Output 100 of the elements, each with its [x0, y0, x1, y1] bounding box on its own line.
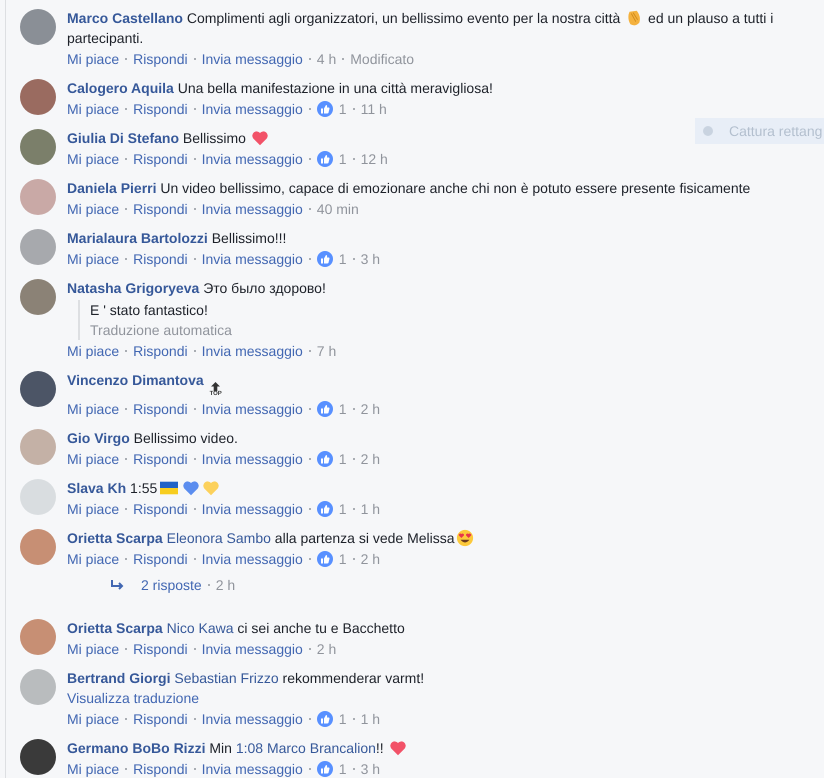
reply-link[interactable]: Rispondi [133, 549, 188, 569]
see-translation-link[interactable]: Visualizza traduzione [67, 690, 200, 706]
like-link[interactable]: Mi piace [67, 49, 120, 69]
like-count: 1 [338, 250, 347, 269]
message-link[interactable]: Invia messaggio [202, 639, 303, 659]
reply-link[interactable]: Rispondi [133, 99, 188, 119]
replies-link[interactable]: 2 risposte [141, 575, 202, 595]
mention-link[interactable]: Eleonora Sambo [166, 530, 271, 546]
like-link[interactable]: Mi piace [67, 341, 120, 361]
like-icon [316, 451, 333, 467]
reply-link[interactable]: Rispondi [133, 449, 188, 469]
up-arrow-icon [211, 382, 220, 391]
author-name[interactable]: Daniela Pierri [67, 180, 156, 196]
like-link[interactable]: Mi piace [67, 499, 120, 519]
comment-text: Slava Kh 1:55 [67, 478, 784, 498]
author-name[interactable]: Giulia Di Stefano [67, 130, 180, 146]
reply-link[interactable]: Rispondi [133, 199, 188, 219]
like-link[interactable]: Mi piace [67, 549, 120, 569]
message-link[interactable]: Invia messaggio [202, 499, 303, 519]
like-count: 1 [338, 150, 347, 169]
reply-link[interactable]: Rispondi [133, 249, 188, 269]
comment-text: Marco Castellano Complimenti agli organizzatori, un bellissimo evento per la nostra città ed un plauso a tutti i partecipanti. [67, 8, 774, 48]
translated-text: E ' stato fantastico! [90, 301, 209, 320]
like-icon [316, 551, 333, 567]
comment-time: 40 min [316, 200, 359, 219]
replies-time: 2 h [216, 576, 236, 595]
like-link[interactable]: Mi piace [67, 759, 120, 778]
author-name[interactable]: Bertrand Giorgi [67, 670, 170, 686]
message-link[interactable]: Invia messaggio [202, 249, 303, 269]
reply-link[interactable]: Rispondi [133, 399, 188, 419]
avatar[interactable] [20, 371, 56, 407]
like-icon [316, 151, 333, 167]
mention-link[interactable]: Sebastian Frizzo [174, 670, 279, 686]
like-count: 1 [338, 760, 347, 778]
author-name[interactable]: Gio Virgo [67, 430, 130, 446]
reply-link[interactable]: Rispondi [133, 149, 188, 169]
like-link[interactable]: Mi piace [67, 639, 120, 659]
dot-icon [703, 126, 713, 136]
mention-link[interactable]: Nico Kawa [166, 620, 234, 636]
like-count: 1 [338, 450, 347, 469]
comment-text: Orietta Scarpa Eleonora Sambo alla partenza si vede Melissa [67, 528, 784, 548]
like-link[interactable]: Mi piace [67, 199, 120, 219]
like-link[interactable]: Mi piace [67, 149, 120, 169]
edited-label: Modificato [350, 50, 414, 69]
author-name[interactable]: Slava Kh [67, 480, 126, 496]
author-name[interactable]: Marco Castellano [67, 10, 183, 26]
like-count: 1 [338, 400, 347, 419]
like-link[interactable]: Mi piace [67, 709, 120, 729]
comment-text: Germano BoBo Rizzi Min 1:08 Marco Brancalion!! [67, 738, 784, 758]
reply-link[interactable]: Rispondi [133, 759, 188, 778]
like-link[interactable]: Mi piace [67, 399, 120, 419]
reply-link[interactable]: Rispondi [133, 639, 188, 659]
comment-text: Calogero Aquila Una bella manifestazione in una città meravigliosa! [67, 79, 494, 98]
comment-time: 11 h [360, 100, 387, 119]
message-link[interactable]: Invia messaggio [202, 149, 303, 169]
author-name[interactable]: Vincenzo Dimantova [67, 372, 204, 388]
like-link[interactable]: Mi piace [67, 449, 120, 469]
comment-time: 7 h [316, 342, 336, 361]
reply-link[interactable]: Rispondi [133, 341, 188, 361]
flag-icon [158, 479, 180, 497]
comment-text: Gio Virgo Bellissimo video. [67, 429, 239, 448]
message-link[interactable]: Invia messaggio [202, 449, 303, 469]
comment-time: 2 h [360, 450, 380, 469]
message-link[interactable]: Invia messaggio [202, 399, 303, 419]
like-link[interactable]: Mi piace [67, 99, 120, 119]
message-link[interactable]: Invia messaggio [202, 199, 303, 219]
message-link[interactable]: Invia messaggio [202, 709, 303, 729]
mention-link[interactable]: 1:08 Marco Brancalion [236, 740, 376, 756]
comment-text: Orietta Scarpa Nico Kawa ci sei anche tu e Bacchetto [67, 619, 406, 638]
like-count: 1 [338, 550, 347, 569]
author-name[interactable]: Natasha Grigoryeva [67, 280, 200, 296]
comment-text: Daniela Pierri Un video bellissimo, capace di emozionare anche chi non è potuto essere presente fisicamente [67, 179, 752, 198]
comment-time: 2 h [316, 640, 336, 659]
comment-time: 2 h [360, 400, 380, 419]
avatar[interactable] [20, 739, 56, 775]
message-link[interactable]: Invia messaggio [202, 49, 303, 69]
like-icon [316, 101, 333, 117]
reply-link[interactable]: Rispondi [133, 709, 188, 729]
author-name[interactable]: Orietta Scarpa [67, 530, 163, 546]
like-icon [316, 711, 333, 727]
message-link[interactable]: Invia messaggio [202, 99, 303, 119]
like-count: 1 [338, 710, 347, 729]
like-count: 1 [338, 500, 347, 519]
message-link[interactable]: Invia messaggio [202, 759, 303, 778]
comment-text: Marialaura Bartolozzi Bellissimo!!! [67, 229, 288, 248]
like-icon [316, 401, 333, 417]
reply-link[interactable]: Rispondi [133, 49, 188, 69]
like-link[interactable]: Mi piace [67, 249, 120, 269]
reply-arrow-icon [111, 579, 125, 591]
author-name[interactable]: Germano BoBo Rizzi [67, 740, 206, 756]
message-link[interactable]: Invia messaggio [202, 549, 303, 569]
author-name[interactable]: Orietta Scarpa [67, 620, 163, 636]
author-name[interactable]: Marialaura Bartolozzi [67, 230, 208, 246]
author-name[interactable]: Calogero Aquila [67, 80, 174, 96]
message-link[interactable]: Invia messaggio [202, 341, 303, 361]
heart-eyes-face-icon [456, 529, 474, 547]
comment-time: 3 h [360, 250, 380, 269]
reply-link[interactable]: Rispondi [133, 499, 188, 519]
comment-time: 2 h [360, 550, 380, 569]
like-icon [316, 251, 333, 267]
